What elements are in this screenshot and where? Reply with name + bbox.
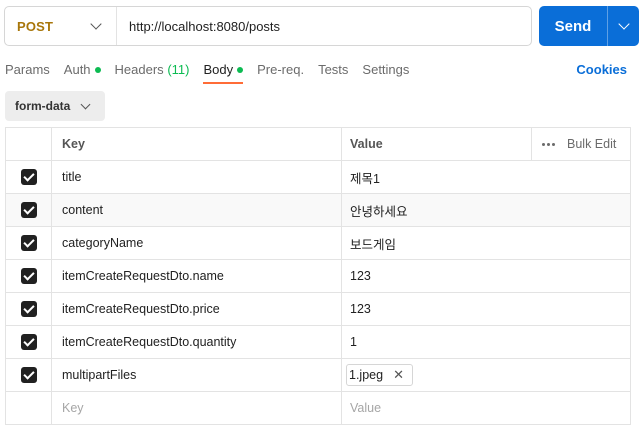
url-input[interactable] bbox=[117, 7, 531, 45]
row-key[interactable]: multipartFiles bbox=[51, 359, 341, 391]
row-key[interactable]: itemCreateRequestDto.quantity bbox=[51, 326, 341, 358]
row-checkbox[interactable] bbox=[20, 169, 37, 185]
row-checkbox[interactable] bbox=[20, 334, 37, 350]
tab-headers[interactable]: Headers (11) bbox=[115, 56, 190, 84]
row-check-cell bbox=[6, 227, 51, 259]
row-value[interactable]: 안녕하세요 bbox=[341, 194, 630, 226]
status-dot-icon bbox=[94, 66, 101, 73]
send-button[interactable]: Send bbox=[539, 6, 607, 46]
tab-auth[interactable]: Auth bbox=[64, 56, 101, 84]
row-value[interactable]: 1 bbox=[341, 326, 630, 358]
method-select[interactable]: POST bbox=[5, 7, 117, 45]
tab-label: Auth bbox=[63, 62, 91, 77]
tab-body[interactable]: Body bbox=[203, 56, 244, 84]
tab-label: Pre-req. bbox=[257, 62, 305, 77]
method-label: POST bbox=[17, 18, 54, 34]
key-column-header: Key bbox=[51, 128, 341, 160]
row-value[interactable]: 123 bbox=[341, 260, 630, 292]
tab-params[interactable]: Params bbox=[5, 56, 50, 84]
row-value: 1.jpeg ✕ bbox=[341, 359, 630, 391]
row-check-cell bbox=[6, 161, 51, 193]
row-checkbox[interactable] bbox=[20, 202, 37, 218]
file-name: 1.jpeg bbox=[349, 368, 384, 382]
row-key[interactable]: itemCreateRequestDto.name bbox=[51, 260, 341, 292]
table-row: itemCreateRequestDto.name 123 bbox=[6, 260, 630, 293]
tab-label: Params bbox=[5, 62, 50, 77]
body-type-label: form-data bbox=[15, 99, 71, 113]
table-row: multipartFiles 1.jpeg ✕ bbox=[6, 359, 630, 392]
send-button-group: Send bbox=[539, 6, 639, 46]
file-chip[interactable]: 1.jpeg ✕ bbox=[346, 364, 413, 386]
row-key[interactable]: itemCreateRequestDto.price bbox=[51, 293, 341, 325]
row-check-cell bbox=[6, 194, 51, 226]
tab-label: Body bbox=[203, 62, 234, 77]
table-row: itemCreateRequestDto.quantity 1 bbox=[6, 326, 630, 359]
status-dot-icon bbox=[237, 66, 244, 73]
row-checkbox[interactable] bbox=[20, 301, 37, 317]
table-row: itemCreateRequestDto.price 123 bbox=[6, 293, 630, 326]
table-row: categoryName 보드게임 bbox=[6, 227, 630, 260]
bulk-edit-label: Bulk Edit bbox=[567, 137, 617, 151]
new-value-input[interactable]: Value bbox=[341, 392, 630, 424]
tab-pre-request[interactable]: Pre-req. bbox=[257, 56, 304, 84]
table-row: content 안녕하세요 bbox=[6, 194, 630, 227]
more-horizontal-icon bbox=[542, 142, 555, 146]
tab-settings[interactable]: Settings bbox=[362, 56, 409, 84]
row-check-cell bbox=[6, 359, 51, 391]
table-row: title 제목1 bbox=[6, 161, 630, 194]
table-row-new: Key Value bbox=[6, 392, 630, 425]
request-bar: POST bbox=[4, 6, 532, 46]
row-value[interactable]: 보드게임 bbox=[341, 227, 630, 259]
header-check-cell bbox=[6, 128, 51, 160]
tab-label: Settings bbox=[362, 62, 410, 77]
new-key-input[interactable]: Key bbox=[51, 392, 341, 424]
row-key[interactable]: content bbox=[51, 194, 341, 226]
send-options-button[interactable] bbox=[607, 6, 639, 46]
headers-count-badge: (11) bbox=[167, 62, 190, 77]
bulk-edit-button[interactable]: Bulk Edit bbox=[531, 128, 630, 160]
row-checkbox[interactable] bbox=[20, 235, 37, 251]
row-check-cell bbox=[6, 293, 51, 325]
value-header-label: Value bbox=[350, 137, 383, 151]
tab-tests[interactable]: Tests bbox=[318, 56, 348, 84]
form-data-table: Key Value Bulk Edit title 제목1 content 안녕… bbox=[5, 127, 631, 425]
row-value[interactable]: 123 bbox=[341, 293, 630, 325]
row-check-cell bbox=[6, 260, 51, 292]
row-check-cell bbox=[6, 392, 51, 424]
row-value[interactable]: 제목1 bbox=[341, 161, 630, 193]
row-checkbox[interactable] bbox=[20, 268, 37, 284]
request-tabs: Params Auth Headers (11) Body Pre-req. T… bbox=[0, 56, 643, 86]
row-key[interactable]: title bbox=[51, 161, 341, 193]
row-key[interactable]: categoryName bbox=[51, 227, 341, 259]
cookies-link[interactable]: Cookies bbox=[576, 56, 627, 84]
chevron-down-icon bbox=[90, 18, 102, 30]
table-header-row: Key Value Bulk Edit bbox=[6, 128, 630, 161]
tab-label: Tests bbox=[318, 62, 349, 77]
chevron-down-icon bbox=[80, 99, 91, 109]
chevron-down-icon bbox=[617, 18, 630, 30]
row-checkbox[interactable] bbox=[20, 367, 37, 383]
value-column-header: Value Bulk Edit bbox=[341, 128, 630, 160]
body-type-select[interactable]: form-data bbox=[5, 91, 105, 121]
tab-label: Headers bbox=[114, 62, 164, 77]
close-icon[interactable]: ✕ bbox=[393, 367, 404, 383]
row-check-cell bbox=[6, 326, 51, 358]
